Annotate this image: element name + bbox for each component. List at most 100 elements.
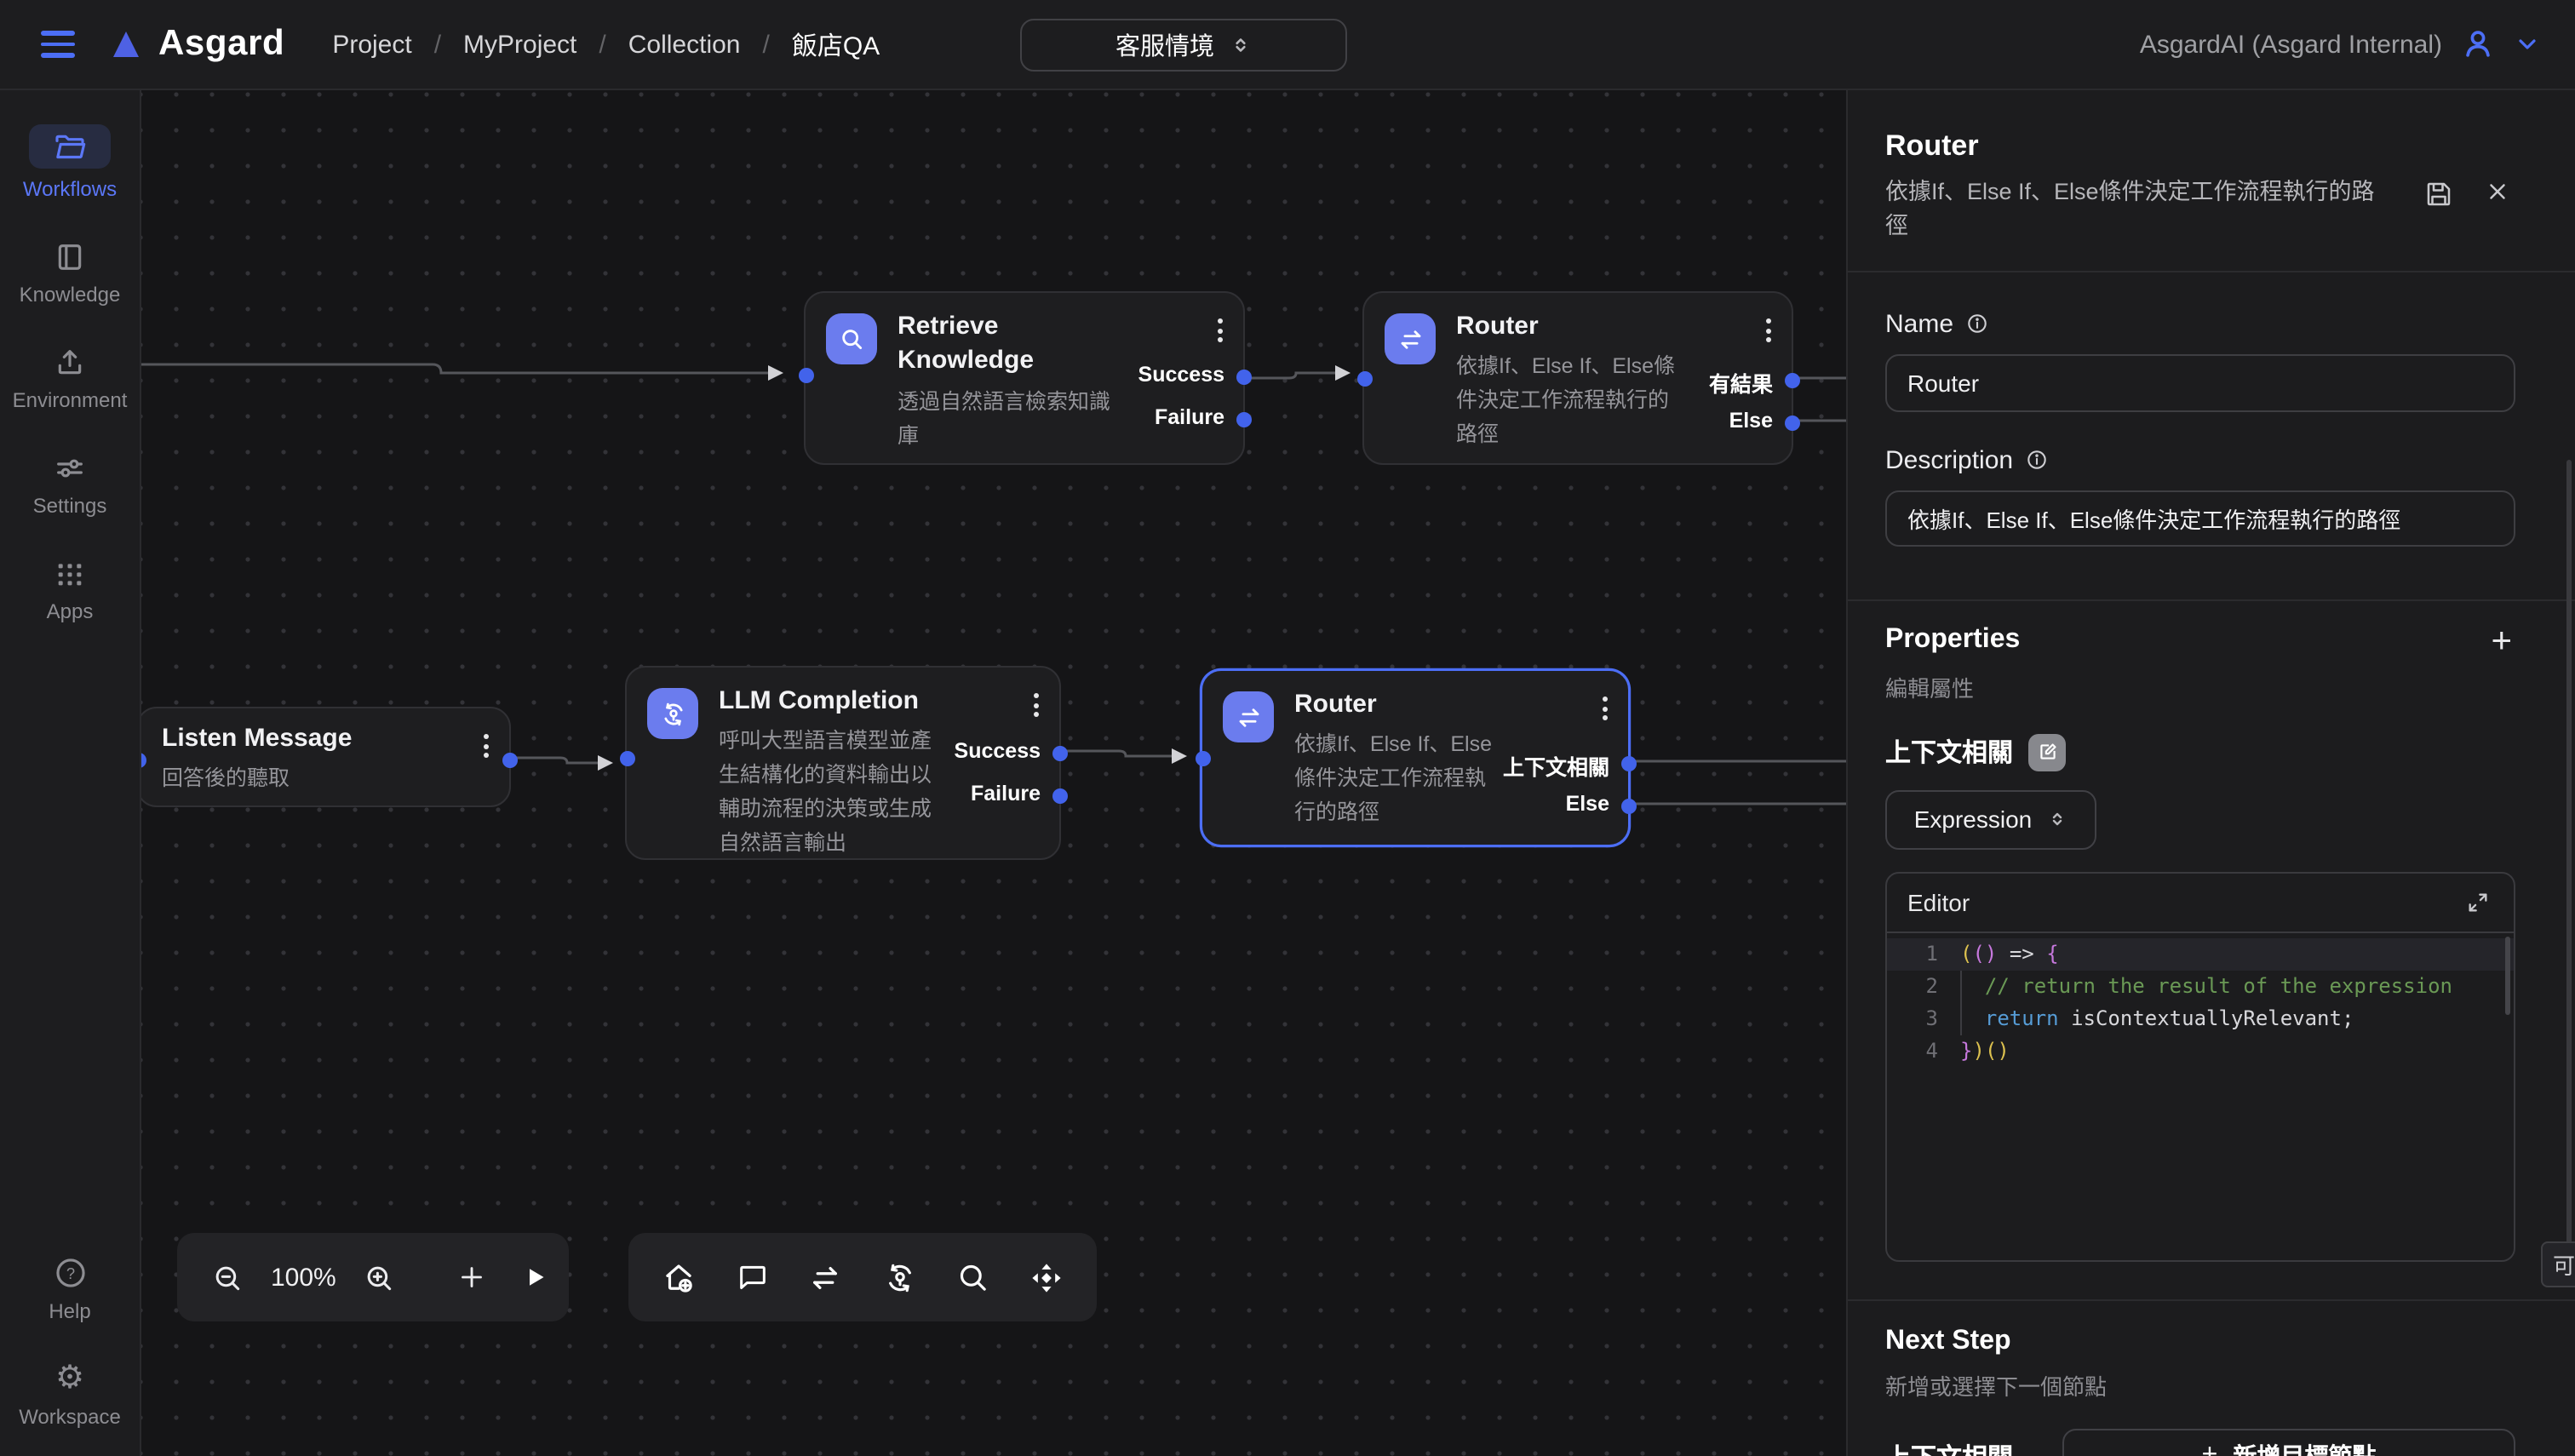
breadcrumb-project[interactable]: Project (332, 30, 411, 59)
panel-subtitle: 依據If、Else If、Else條件決定工作流程執行的路徑 (1885, 175, 2396, 244)
router-icon[interactable] (803, 1254, 849, 1300)
node-router-top[interactable]: Router 依據If、Else If、Else條件決定工作流程執行的路徑 有結… (1362, 291, 1793, 465)
node-title: Router (1456, 310, 1771, 345)
editor-scrollbar[interactable] (2505, 936, 2510, 1014)
property-type-select[interactable]: Expression (1885, 789, 2096, 849)
sidebar-item-label: Workspace (19, 1405, 121, 1429)
sliders-icon (53, 451, 87, 485)
add-target-node-button[interactable]: + 新增目標節點 (2062, 1428, 2515, 1456)
properties-subheading: 編輯屬性 (1885, 670, 2515, 702)
apps-grid-icon (53, 557, 87, 591)
node-retrieve-knowledge[interactable]: Retrieve Knowledge 透過自然語言檢索知識庫 Success F… (804, 291, 1245, 465)
expression-editor[interactable]: Editor 1 (() => { 2 // return the result… (1885, 871, 2515, 1261)
node-title: Router (1294, 688, 1608, 723)
input-port[interactable] (619, 750, 634, 765)
breadcrumb-collection[interactable]: Collection (628, 30, 741, 59)
help-circle-icon: ? (52, 1255, 88, 1291)
edit-icon[interactable] (2028, 733, 2066, 771)
sidebar-item-settings[interactable]: Settings (33, 451, 107, 518)
node-llm-completion[interactable]: LLM Completion 呼叫大型語言模型並產生結構化的資料輸出以輔助流程的… (625, 666, 1061, 860)
code-line: 3 return isContextuallyRelevant; (1887, 1002, 2514, 1035)
sidebar-item-apps[interactable]: Apps (47, 557, 94, 623)
description-input[interactable] (1885, 490, 2515, 546)
zoom-toolbar: 100% (177, 1233, 569, 1321)
app-logo[interactable]: Asgard (109, 24, 284, 65)
unfold-icon (1230, 34, 1252, 56)
name-input[interactable] (1885, 353, 2515, 411)
sidebar-item-environment[interactable]: Environment (13, 346, 128, 412)
sidebar-item-label: Knowledge (20, 283, 121, 307)
search-icon[interactable] (951, 1255, 995, 1299)
output-port-success[interactable] (1236, 369, 1251, 384)
output-port[interactable] (502, 752, 517, 767)
sidebar-item-label: Help (49, 1299, 90, 1323)
node-menu-icon[interactable] (1214, 315, 1226, 346)
app-header: Asgard Project / MyProject / Collection … (0, 0, 2575, 90)
code-line: 2 // return the result of the expression (1887, 970, 2514, 1002)
port-label-else: Else (1729, 409, 1773, 433)
output-port-else[interactable] (1620, 798, 1636, 813)
property-type-value: Expression (1914, 805, 2033, 833)
user-icon[interactable] (2459, 26, 2497, 63)
add-property-button[interactable]: + (2487, 622, 2515, 658)
expand-icon[interactable] (2463, 886, 2493, 917)
node-router-selected[interactable]: Router 依據If、Else If、Else條件決定工作流程執行的路徑 上下… (1201, 669, 1630, 846)
menu-icon[interactable] (34, 24, 82, 65)
sidebar-item-knowledge[interactable]: Knowledge (20, 240, 121, 307)
node-toolbar (628, 1233, 1097, 1321)
llm-icon[interactable] (877, 1254, 923, 1300)
upload-icon (53, 346, 87, 380)
output-port-contextually-relevant[interactable] (1620, 755, 1636, 771)
next-step-row: 上下文相關 + 新增目標節點 (1885, 1428, 2515, 1456)
properties-heading: Properties (1885, 625, 2020, 656)
input-port[interactable] (798, 367, 813, 382)
comment-icon[interactable] (731, 1255, 775, 1299)
swap-arrows-icon (1385, 313, 1436, 364)
add-icon[interactable] (452, 1257, 493, 1298)
node-menu-icon[interactable] (480, 731, 492, 761)
node-menu-icon[interactable] (1763, 315, 1775, 346)
zoom-out-icon[interactable] (206, 1256, 249, 1298)
input-port[interactable] (1195, 750, 1210, 765)
add-node-icon[interactable] (657, 1254, 703, 1300)
sidebar-item-workspace[interactable]: ⚙ Workspace (19, 1362, 121, 1429)
output-port-success[interactable] (1052, 745, 1067, 760)
left-sidebar: Workflows Knowledge Environment Settings (0, 90, 141, 1456)
output-port-failure[interactable] (1236, 411, 1251, 427)
node-menu-icon[interactable] (1599, 693, 1611, 724)
play-icon[interactable] (515, 1257, 556, 1298)
sidebar-item-workflows[interactable]: Workflows (23, 124, 117, 201)
node-title: Retrieve Knowledge (898, 310, 1093, 379)
close-icon[interactable] (2481, 175, 2514, 208)
panel-scrollbar[interactable] (2566, 460, 2572, 1277)
move-icon[interactable] (1024, 1254, 1070, 1300)
port-label-contextually-relevant: 上下文相關 (1503, 749, 1609, 782)
breadcrumb-myproject[interactable]: MyProject (463, 30, 576, 59)
output-port-else[interactable] (1784, 415, 1799, 430)
port-label-success: Success (1138, 363, 1224, 387)
info-icon (1965, 312, 1989, 335)
next-step-heading: Next Step (1885, 1326, 2515, 1356)
node-description: 依據If、Else If、Else條件決定工作流程執行的路徑 (1456, 350, 1681, 452)
triangle-logo-icon (109, 27, 143, 61)
sidebar-item-label: Environment (13, 388, 128, 412)
description-label: Description (1885, 445, 2515, 474)
sidebar-item-label: Workflows (23, 177, 117, 201)
output-port-has-result[interactable] (1784, 372, 1799, 387)
info-icon (2025, 448, 2049, 472)
chevron-down-icon[interactable] (2514, 31, 2541, 58)
node-title: LLM Completion (719, 685, 1039, 719)
code-area[interactable]: 1 (() => { 2 // return the result of the… (1887, 932, 2514, 1067)
environment-select[interactable]: 客服情境 (1020, 19, 1347, 72)
save-icon[interactable] (2420, 175, 2457, 213)
code-line: 4 })() (1887, 1035, 2514, 1067)
search-icon (826, 313, 877, 364)
folder-icon (29, 124, 111, 169)
node-listen-message[interactable]: Listen Message 回答後的聽取 (136, 707, 511, 807)
input-port[interactable] (1356, 370, 1372, 386)
sidebar-item-help[interactable]: ? Help (49, 1255, 90, 1323)
gear-icon: ⚙ (55, 1362, 84, 1396)
zoom-in-icon[interactable] (358, 1256, 401, 1298)
node-menu-icon[interactable] (1030, 690, 1042, 720)
output-port-failure[interactable] (1052, 788, 1067, 803)
